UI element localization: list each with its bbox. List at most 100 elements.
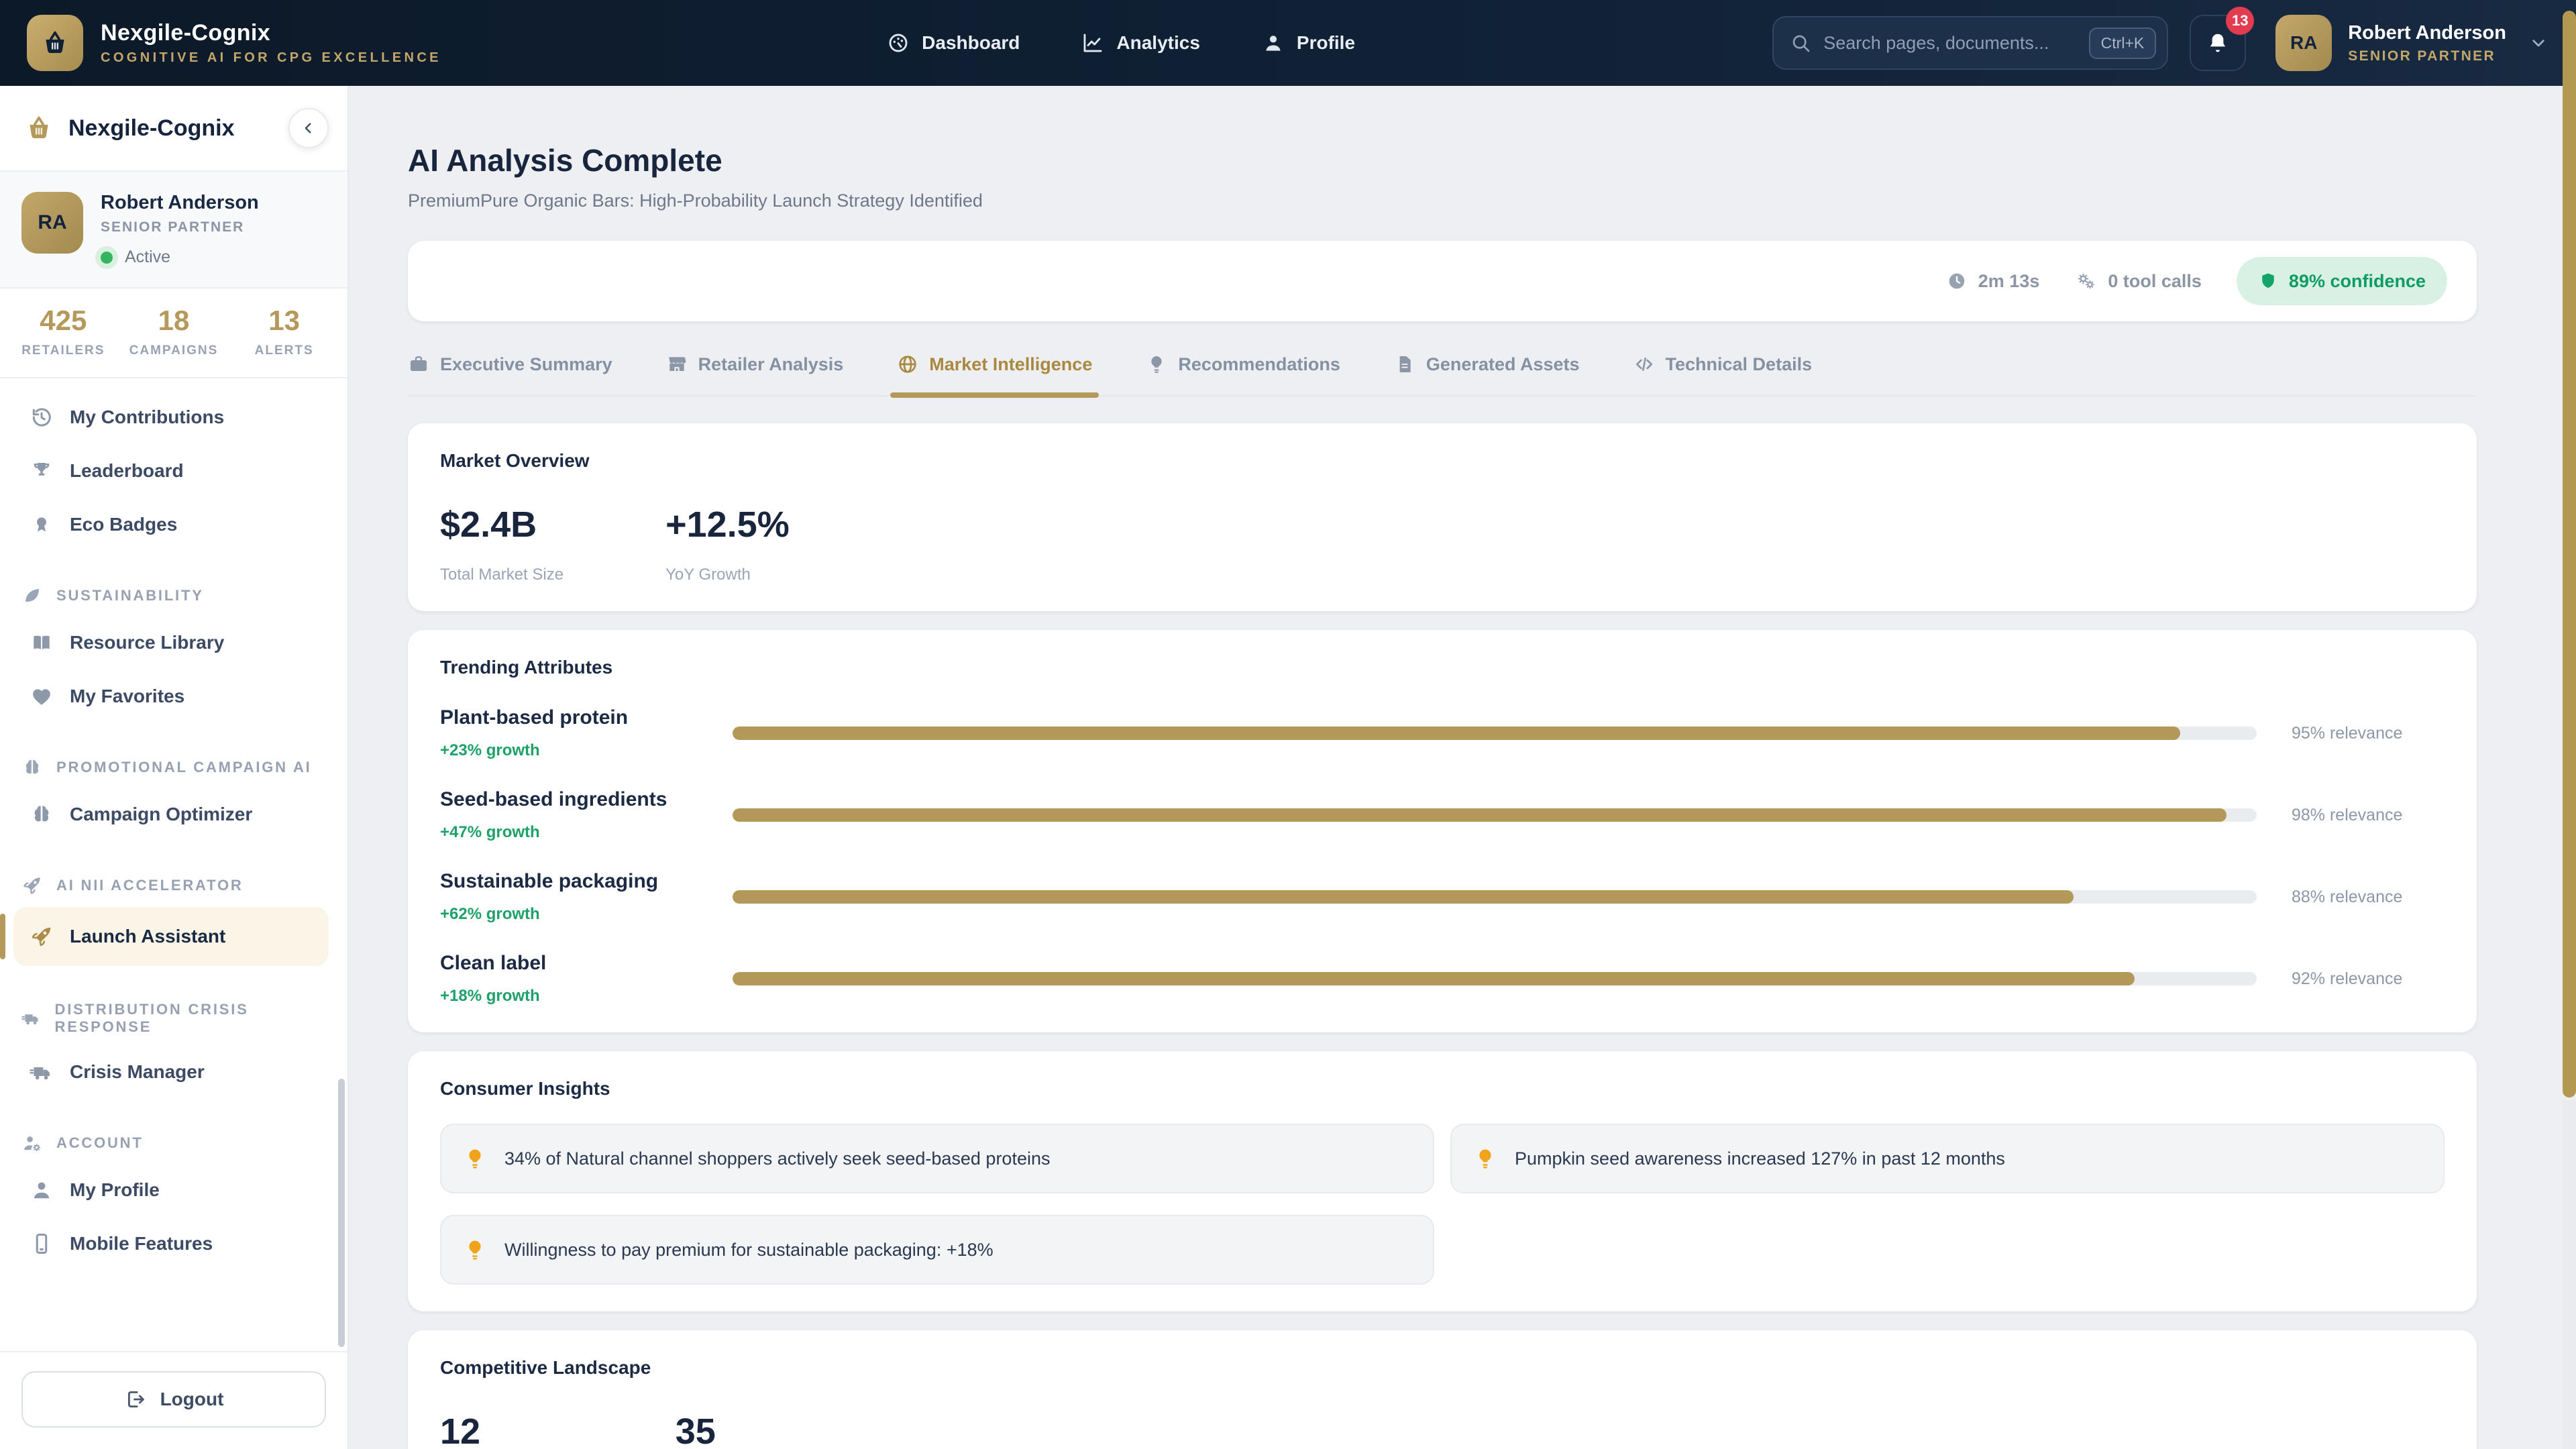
stat-value: 12 [440,1411,574,1449]
sidebar-title: Nexgile-Cognix [68,115,274,142]
consumer-insights-card: Consumer Insights 34% of Natural channel… [408,1051,2477,1311]
leaf-icon [21,585,43,606]
sidebar-item-resource-library[interactable]: Resource Library [13,617,329,668]
sidebar-user-role: SENIOR PARTNER [101,219,259,235]
sidebar-item-launch-assistant[interactable]: Launch Assistant [13,907,329,966]
tab-technical-details[interactable]: Technical Details [1633,354,1813,395]
trend-name: Clean label [440,952,698,975]
tab-retailer-analysis[interactable]: Retailer Analysis [666,354,844,395]
sidebar-stat-alerts: 13 ALERTS [229,305,339,358]
stat-label: ALERTS [229,343,339,358]
sidebar-item-label: Eco Badges [70,514,177,535]
logout-icon [124,1388,147,1411]
tab-generated-assets[interactable]: Generated Assets [1394,354,1580,395]
relevance-bar-track [733,808,2257,822]
stat-value: $2.4B [440,504,564,545]
card-title: Competitive Landscape [440,1357,2445,1379]
gauge-icon [887,32,910,54]
stat-value: 35 [676,1411,820,1449]
chevron-left-icon [299,119,318,138]
sidebar-item-label: My Profile [70,1179,160,1201]
avatar: RA [2275,15,2332,71]
main-content: AI Analysis Complete PremiumPure Organic… [349,86,2576,1449]
sidebar-item-my-contributions[interactable]: My Contributions [13,392,329,443]
brand-name: Nexgile-Cognix [101,20,441,46]
insight-card: 34% of Natural channel shoppers actively… [440,1124,1434,1193]
sidebar-section-account: ACCOUNT [21,1132,329,1154]
rocket-icon [30,924,54,949]
sidebar-scrollbar-thumb[interactable] [338,1079,345,1347]
stat-value: 425 [8,305,119,337]
tab-executive-summary[interactable]: Executive Summary [408,354,612,395]
card-title: Market Overview [440,450,2445,472]
page-scrollbar-track[interactable] [2563,1100,2576,1449]
lightbulb-icon [1473,1146,1497,1171]
relevance-bar-fill [733,890,2074,904]
trophy-icon [30,459,54,483]
trending-row-sustainable-packaging: Sustainable packaging +62% growth 88% re… [440,870,2445,924]
code-icon [1633,354,1655,375]
user-icon [1262,32,1285,54]
logout-label: Logout [160,1389,224,1410]
topnav-item-label: Dashboard [922,32,1020,54]
stat-label: YoY Growth [665,566,790,584]
topnav-item-profile[interactable]: Profile [1262,32,1355,54]
trending-attributes-card: Trending Attributes Plant-based protein … [408,630,2477,1032]
relevance-bar-fill [733,808,2226,822]
section-label: PROMOTIONAL CAMPAIGN AI [56,759,312,776]
search-input[interactable] [1823,33,2076,54]
heart-icon [30,684,54,708]
section-label: AI NII ACCELERATOR [56,877,244,894]
sidebar-item-crisis-manager[interactable]: Crisis Manager [13,1046,329,1097]
sidebar-user-card: RA Robert Anderson SENIOR PARTNER Active [0,172,347,288]
trend-growth: +47% growth [440,823,698,842]
chart-icon [1081,32,1104,54]
trend-growth: +62% growth [440,905,698,924]
relevance-bar-track [733,972,2257,985]
sidebar-item-mobile-features[interactable]: Mobile Features [13,1218,329,1269]
logout-button[interactable]: Logout [21,1371,326,1428]
trending-rows: Plant-based protein +23% growth 95% rele… [440,706,2445,1006]
sidebar-item-leaderboard[interactable]: Leaderboard [13,445,329,496]
globe-icon [897,354,918,375]
search-icon [1790,32,1811,54]
status-label: Active [125,248,170,267]
tab-recommendations[interactable]: Recommendations [1146,354,1340,395]
sidebar-item-label: Leaderboard [70,460,184,482]
trend-name: Sustainable packaging [440,870,698,893]
brain-icon [30,802,54,826]
trending-row-plant-based-protein: Plant-based protein +23% growth 95% rele… [440,706,2445,760]
sidebar-item-my-profile[interactable]: My Profile [13,1165,329,1216]
clock-icon [1946,270,1968,292]
trend-relevance: 98% relevance [2292,806,2445,825]
competitive-stats: 12 Direct Competitors35 Indirect Competi… [440,1411,2445,1449]
award-icon [30,513,54,537]
sidebar-section-distribution-crisis-response: DISTRIBUTION CRISIS RESPONSE [21,1001,329,1036]
sidebar-item-label: My Favorites [70,686,184,707]
sidebar-item-eco-badges[interactable]: Eco Badges [13,499,329,550]
relevance-bar-fill [733,727,2180,740]
insight-card: Willingness to pay premium for sustainab… [440,1215,1434,1285]
stat-value: 13 [229,305,339,337]
topnav-item-analytics[interactable]: Analytics [1081,32,1200,54]
bell-icon [2206,31,2230,55]
global-search[interactable]: Ctrl+K [1772,16,2168,70]
analysis-tabs: Executive Summary Retailer Analysis Market… [408,354,2477,396]
page-scrollbar-thumb[interactable] [2563,11,2576,1097]
sidebar-collapse-button[interactable] [288,108,329,148]
sidebar-footer: Logout [0,1351,347,1449]
insight-card: Pumpkin seed awareness increased 127% in… [1450,1124,2445,1193]
user-menu[interactable]: RA Robert Anderson SENIOR PARTNER [2275,15,2549,71]
sidebar-item-my-favorites[interactable]: My Favorites [13,671,329,722]
notifications-button[interactable]: 13 [2190,15,2246,71]
sidebar-stat-retailers: 425 RETAILERS [8,305,119,358]
topnav-item-dashboard[interactable]: Dashboard [887,32,1020,54]
chevron-down-icon [2528,32,2549,54]
tab-market-intelligence[interactable]: Market Intelligence [897,354,1092,395]
trend-growth: +23% growth [440,741,698,760]
stat-total-market-size: $2.4B Total Market Size [440,504,564,584]
brand-logo [27,15,83,71]
page-title: AI Analysis Complete [408,142,2477,178]
sidebar-item-campaign-optimizer[interactable]: Campaign Optimizer [13,789,329,840]
page-subtitle: PremiumPure Organic Bars: High-Probabili… [408,191,2477,211]
